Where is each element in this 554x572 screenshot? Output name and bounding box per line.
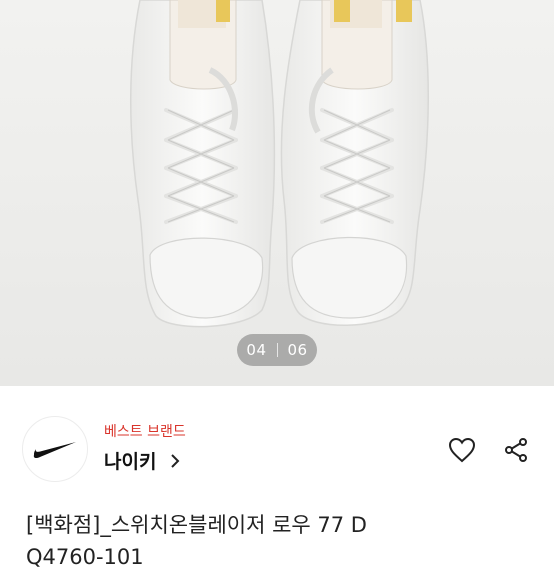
nike-swoosh-icon <box>33 442 76 459</box>
brand-logo[interactable] <box>22 416 88 482</box>
product-image-gallery[interactable]: 04 06 <box>0 0 554 386</box>
image-page-indicator: 04 06 <box>237 334 317 366</box>
product-title-line2: Q4760-101 <box>26 545 144 569</box>
brand-section: 베스트 브랜드 나이키 <box>0 386 554 496</box>
like-button[interactable] <box>446 434 478 466</box>
heart-icon <box>448 437 476 463</box>
total-pages: 06 <box>287 341 308 359</box>
brand-name-link[interactable]: 나이키 <box>104 447 180 474</box>
share-button[interactable] <box>500 434 532 466</box>
share-icon <box>505 438 527 462</box>
brand-badge: 베스트 브랜드 <box>104 424 186 440</box>
product-title-line1: [백화점]_스위치온블레이저 로우 77 D <box>26 513 367 537</box>
product-image <box>0 0 554 386</box>
chevron-right-icon <box>170 453 180 468</box>
page-separator <box>276 343 278 357</box>
current-page: 04 <box>246 341 267 359</box>
brand-name: 나이키 <box>104 451 157 473</box>
